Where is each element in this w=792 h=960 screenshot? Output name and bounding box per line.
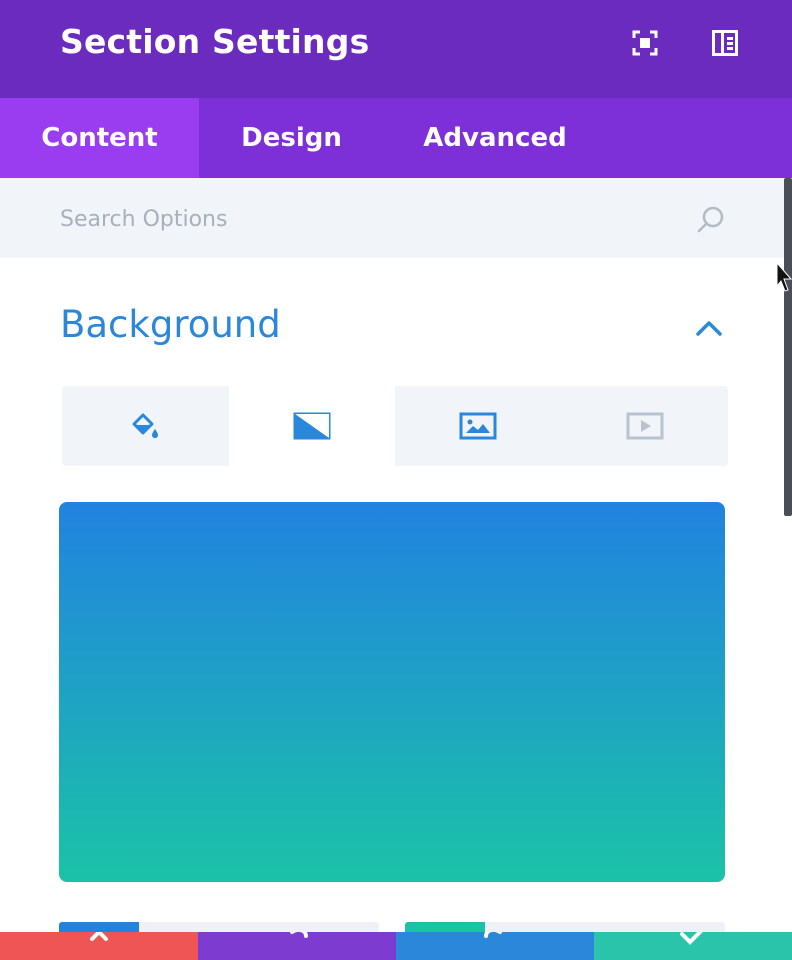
undo-icon <box>290 932 308 938</box>
background-type-tabs <box>62 386 728 466</box>
tab-design[interactable]: Design <box>199 98 384 178</box>
settings-tabs: Content Design Advanced <box>0 98 792 178</box>
checkmark-icon <box>680 932 703 945</box>
image-icon <box>459 412 497 440</box>
tab-content[interactable]: Content <box>0 98 199 178</box>
search-input[interactable] <box>58 198 662 240</box>
scrollbar[interactable] <box>784 178 792 516</box>
tab-advanced-label: Advanced <box>423 123 567 153</box>
video-icon <box>626 412 664 440</box>
save-button[interactable] <box>594 932 792 960</box>
bg-tab-color[interactable] <box>62 386 229 466</box>
search-bar <box>0 178 784 258</box>
bg-tab-video[interactable] <box>562 386 729 466</box>
section-title-background[interactable]: Background <box>60 303 281 346</box>
bg-tab-image[interactable] <box>395 386 562 466</box>
chevron-up-icon[interactable] <box>694 318 724 338</box>
mouse-cursor-icon <box>776 262 792 292</box>
tab-design-label: Design <box>241 123 342 153</box>
close-icon <box>90 932 108 941</box>
paint-bucket-icon <box>132 413 159 438</box>
redo-icon <box>484 932 502 938</box>
search-icon[interactable] <box>695 204 727 236</box>
undo-button[interactable] <box>198 932 396 960</box>
settings-header: Section Settings <box>0 0 792 98</box>
gradient-icon <box>293 412 331 440</box>
tab-content-label: Content <box>41 123 158 153</box>
fullscreen-icon[interactable] <box>632 30 658 56</box>
tab-advanced[interactable]: Advanced <box>400 98 590 178</box>
redo-button[interactable] <box>396 932 594 960</box>
page-title: Section Settings <box>60 22 370 61</box>
gradient-preview[interactable] <box>59 502 725 882</box>
discard-button[interactable] <box>0 932 198 960</box>
sidebar-dock-icon[interactable] <box>712 30 738 56</box>
footer-action-bar <box>0 932 792 960</box>
bg-tab-gradient[interactable] <box>228 386 395 466</box>
